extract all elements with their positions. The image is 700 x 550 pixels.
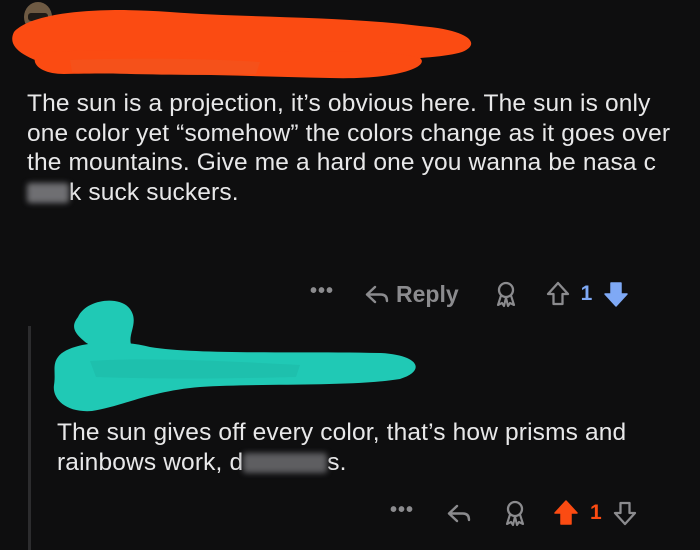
comment-text: The sun is a projection, it’s obvious he… — [27, 90, 671, 176]
award-button[interactable] — [502, 499, 528, 527]
upvote-button[interactable] — [552, 498, 580, 528]
reply-arrow-icon — [447, 504, 471, 523]
comment-actions: ••• 1 — [390, 498, 638, 528]
comment-text: k suck suckers. — [69, 178, 239, 206]
downvote-arrow-icon — [613, 501, 636, 526]
more-options-button[interactable]: ••• — [390, 500, 414, 520]
reply-button[interactable] — [446, 501, 472, 525]
upvote-arrow-icon — [554, 500, 578, 525]
comment-body: The sun is a projection, it’s obvious he… — [27, 89, 687, 207]
award-icon — [505, 500, 525, 527]
redacted-username — [12, 10, 472, 79]
redacted-avatar-and-username — [53, 300, 416, 412]
vote-score: 1 — [590, 501, 602, 524]
comment-body: The sun gives off every color, that’s ho… — [57, 418, 687, 477]
censored-word — [243, 452, 328, 473]
downvote-button[interactable] — [612, 499, 638, 527]
comment-text: s. — [327, 448, 347, 476]
censored-word — [27, 182, 69, 203]
